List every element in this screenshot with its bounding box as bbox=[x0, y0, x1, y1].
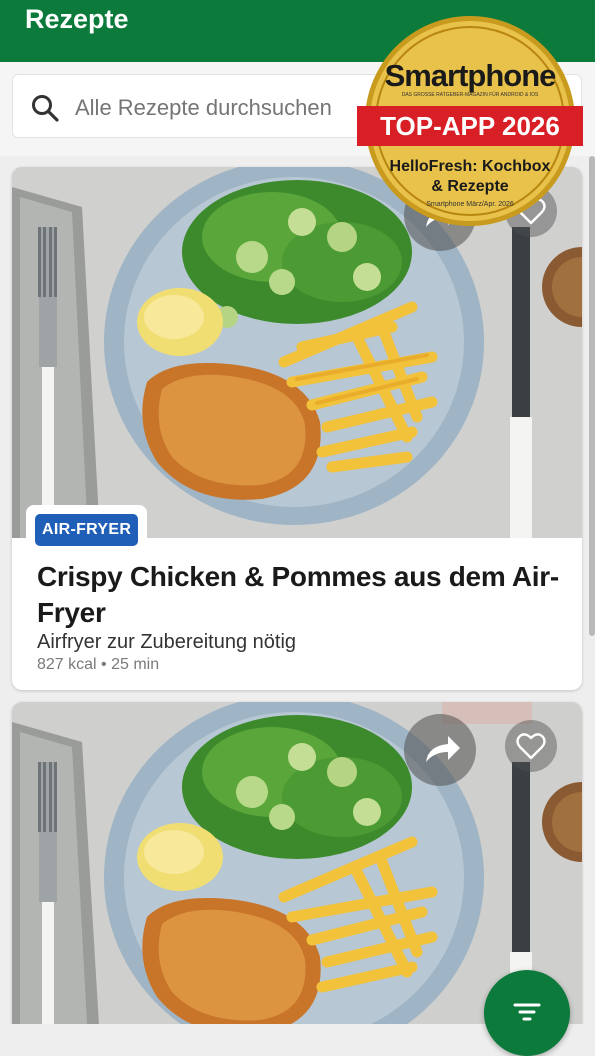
recipe-card[interactable] bbox=[12, 702, 582, 1024]
recipe-meta: 827 kcal • 25 min bbox=[37, 656, 160, 673]
award-app-line1: HelloFresh: Kochbox bbox=[390, 158, 551, 175]
recipe-subtitle: Airfryer zur Zubereitung nötig bbox=[37, 631, 297, 653]
favorite-button[interactable] bbox=[505, 720, 557, 772]
share-button[interactable] bbox=[404, 714, 476, 786]
recipe-card[interactable]: AIR-FRYER Crispy Chicken & Pommes aus de… bbox=[12, 167, 582, 690]
heart-icon bbox=[516, 733, 546, 760]
scrollbar[interactable] bbox=[589, 156, 595, 636]
recipe-feed[interactable]: AIR-FRYER Crispy Chicken & Pommes aus de… bbox=[0, 156, 595, 1024]
award-seal: Smartphone DAS GROSSE RATGEBER-MAGAZIN F… bbox=[357, 16, 583, 226]
award-ribbon: TOP-APP 2026 bbox=[380, 111, 560, 141]
search-icon bbox=[32, 95, 59, 122]
recipe-title: Crispy Chicken & Pommes aus dem Air-Frye… bbox=[37, 561, 559, 628]
page-title: Rezepte bbox=[25, 4, 129, 34]
recipe-image bbox=[12, 702, 582, 1024]
filter-button[interactable] bbox=[484, 970, 570, 1056]
award-brand: Smartphone bbox=[385, 58, 557, 93]
tag-badge-wrapper: AIR-FRYER bbox=[26, 505, 148, 554]
share-icon bbox=[426, 736, 460, 762]
award-issue: Smartphone März/Apr. 2026 bbox=[426, 201, 514, 208]
tag-badge: AIR-FRYER bbox=[35, 514, 139, 546]
award-tagline: DAS GROSSE RATGEBER-MAGAZIN FÜR ANDROID … bbox=[402, 91, 539, 98]
award-app-line2: & Rezepte bbox=[431, 178, 508, 195]
filter-icon bbox=[513, 1003, 541, 1021]
search-placeholder: Alle Rezepte durchsuchen bbox=[75, 95, 332, 120]
